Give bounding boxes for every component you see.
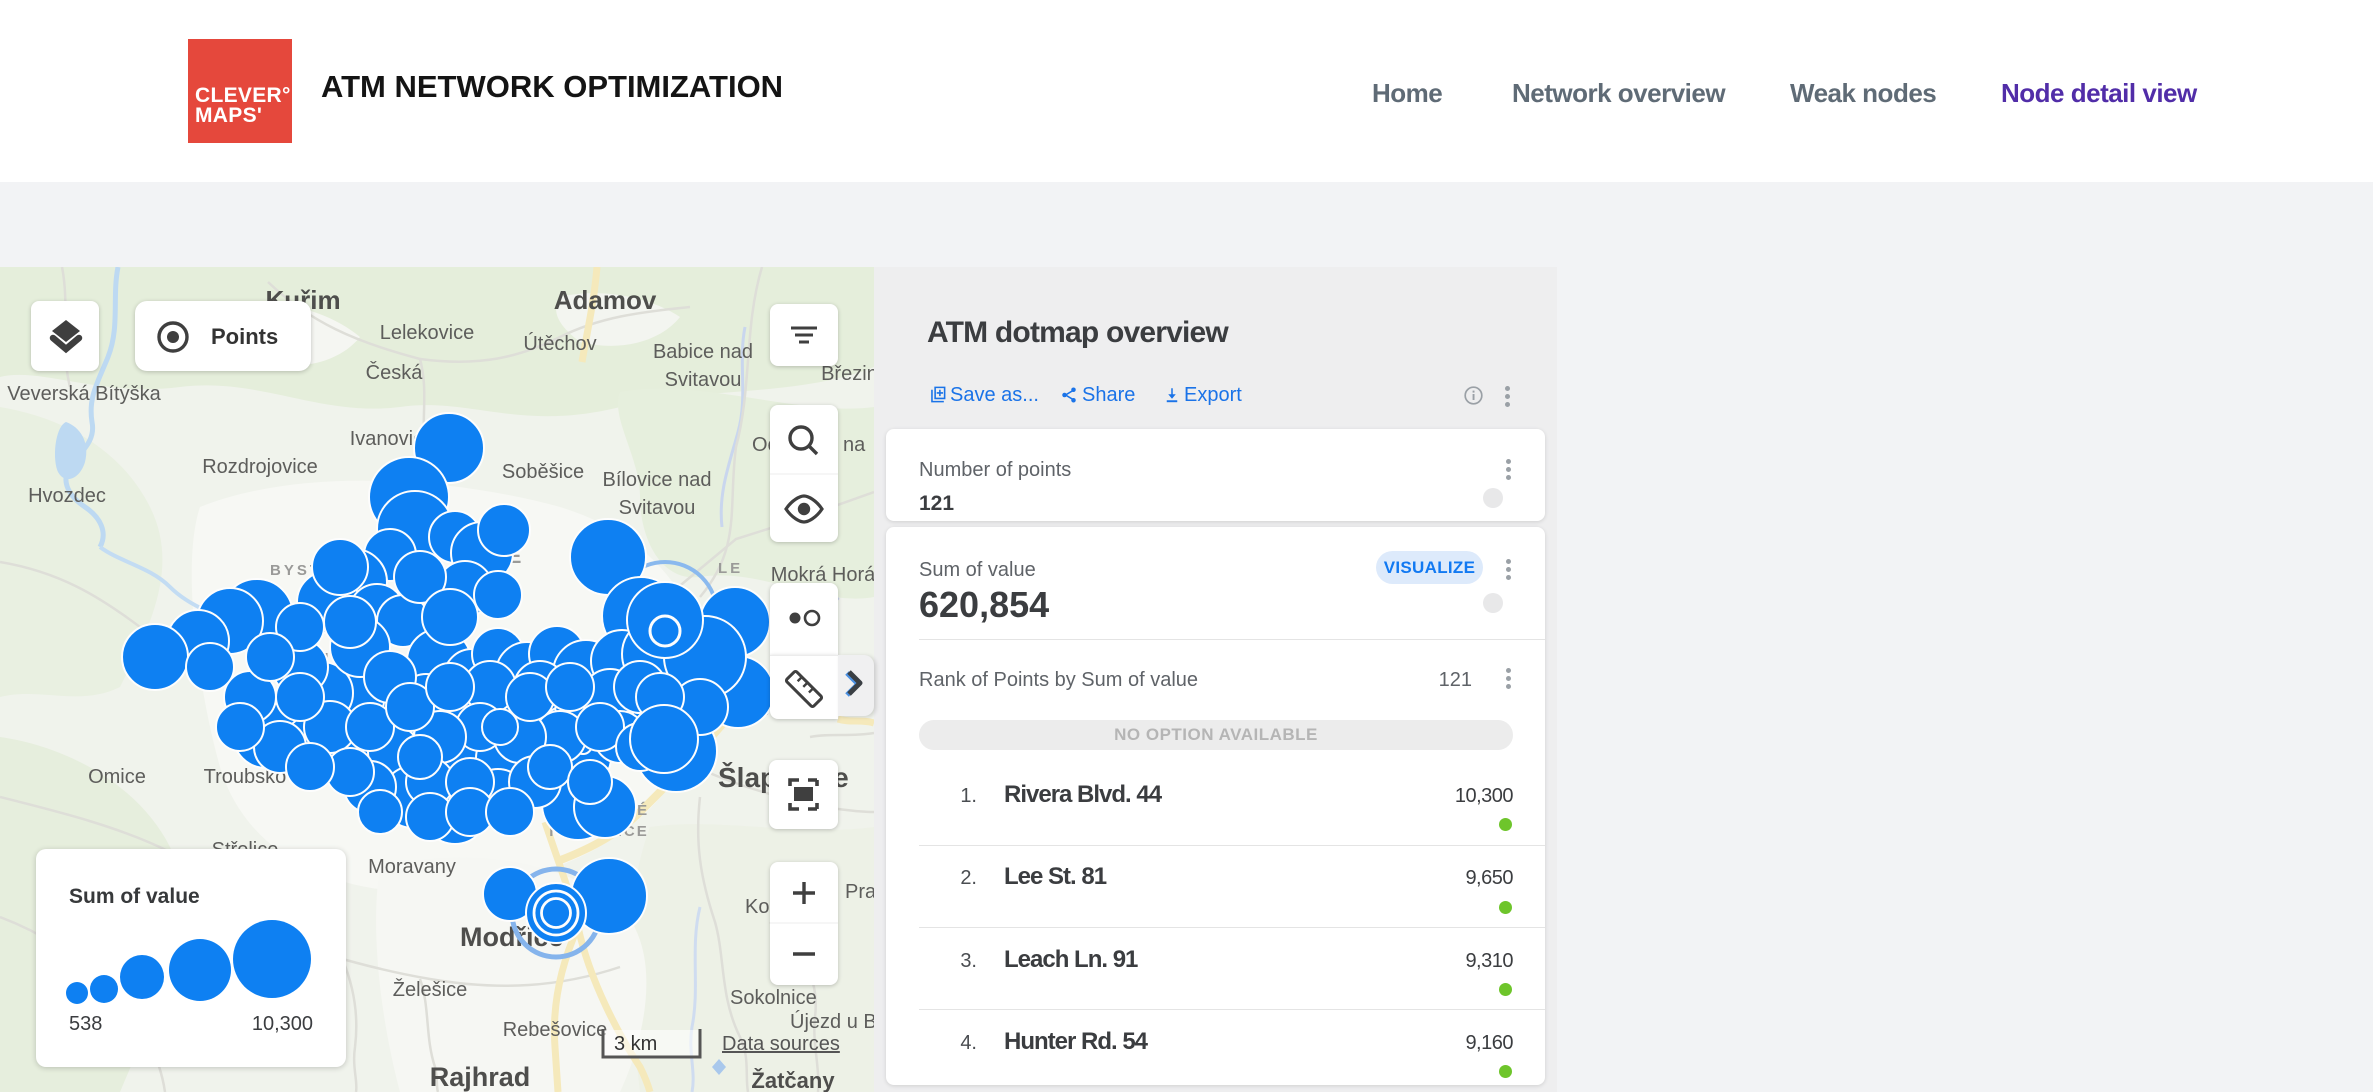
svg-text:Rozdrojovice: Rozdrojovice (202, 456, 318, 478)
svg-text:Svitavou: Svitavou (665, 369, 742, 391)
svg-text:Útěchov: Útěchov (523, 332, 596, 355)
svg-text:Rebešovice: Rebešovice (503, 1019, 608, 1041)
svg-text:Soběšice: Soběšice (502, 461, 584, 483)
svg-text:Rajhrad: Rajhrad (430, 1062, 531, 1092)
svg-text:Újezd u Brna: Újezd u Brna (790, 1010, 874, 1033)
svg-text:Prace: Prace (845, 881, 874, 903)
svg-text:Želešice: Želešice (393, 978, 467, 1001)
svg-text:Žatčany: Žatčany (751, 1068, 835, 1092)
svg-text:Lelekovice: Lelekovice (380, 322, 475, 344)
svg-text:3 km: 3 km (614, 1033, 657, 1055)
svg-text:Česká: Česká (366, 361, 424, 384)
svg-text:Březina: Březina (821, 363, 874, 385)
svg-text:LE: LE (718, 560, 743, 577)
svg-text:Veverská Bítýška: Veverská Bítýška (7, 383, 161, 405)
svg-text:Svitavou: Svitavou (619, 497, 696, 519)
svg-text:Data sources: Data sources (722, 1033, 840, 1055)
svg-text:Bílovice nad: Bílovice nad (603, 469, 712, 491)
svg-text:Hvozdec: Hvozdec (28, 485, 106, 507)
svg-text:Moravany: Moravany (368, 856, 456, 878)
svg-text:Omice: Omice (88, 766, 146, 788)
svg-text:Sokolnice: Sokolnice (730, 987, 817, 1009)
svg-text:Adamov: Adamov (554, 285, 657, 315)
svg-text:Babice nad: Babice nad (653, 341, 753, 363)
svg-text:na: na (843, 434, 866, 456)
